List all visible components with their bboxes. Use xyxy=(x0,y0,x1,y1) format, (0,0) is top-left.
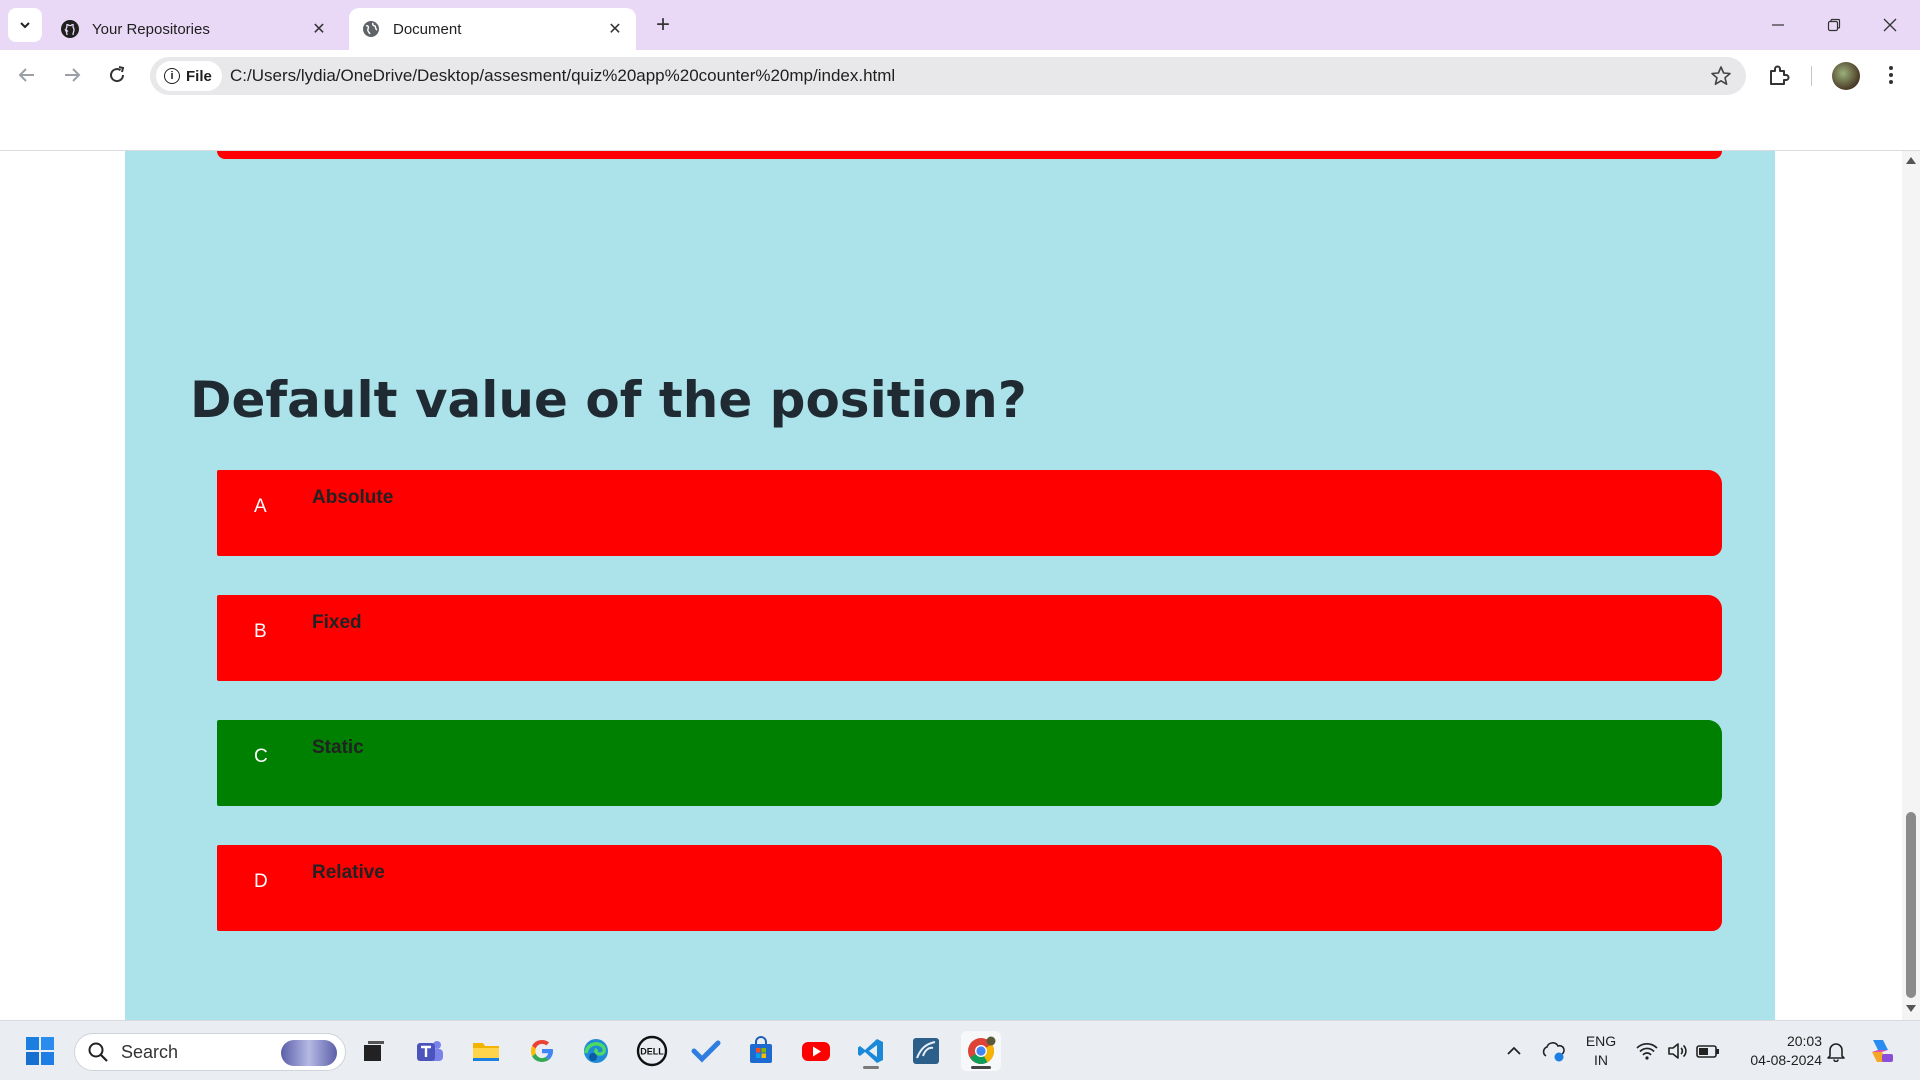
minimize-button[interactable] xyxy=(1750,0,1806,50)
reload-button[interactable] xyxy=(100,58,134,92)
page-viewport: Default value of the position? A Absolut… xyxy=(0,151,1902,1020)
task-view-icon[interactable] xyxy=(354,1031,394,1071)
store-icon[interactable] xyxy=(741,1031,781,1071)
previous-option-bar[interactable] xyxy=(217,151,1722,159)
info-icon: i xyxy=(164,68,180,84)
option-letter: C xyxy=(254,746,268,767)
dell-icon[interactable]: DELL xyxy=(632,1031,672,1071)
windows-start-icon[interactable] xyxy=(20,1031,60,1071)
scroll-down-arrow-icon[interactable] xyxy=(1906,1005,1916,1012)
copilot-icon[interactable] xyxy=(1860,1031,1900,1071)
option-letter: D xyxy=(254,871,268,892)
profile-avatar[interactable] xyxy=(1832,62,1860,90)
notification-bell-icon[interactable] xyxy=(1816,1031,1856,1071)
search-label: Search xyxy=(121,1041,179,1062)
close-window-button[interactable] xyxy=(1862,0,1918,50)
taskbar-search-box[interactable]: Search xyxy=(74,1033,346,1071)
google-icon[interactable] xyxy=(522,1031,562,1071)
battery-icon[interactable] xyxy=(1688,1031,1728,1071)
browser-tab-bar: Your Repositories ✕ Document ✕ + xyxy=(0,0,1920,50)
arrow-left-icon xyxy=(18,68,34,82)
tab-document[interactable]: Document ✕ xyxy=(349,8,636,50)
bookmark-star-icon[interactable] xyxy=(1710,65,1732,87)
close-icon xyxy=(1883,18,1897,32)
reload-icon xyxy=(110,66,125,83)
site-info-chip[interactable]: i File xyxy=(156,61,222,91)
github-icon xyxy=(60,19,80,39)
quiz-panel: Default value of the position? A Absolut… xyxy=(125,151,1775,1020)
question-text: Default value of the position? xyxy=(190,371,1027,429)
option-letter: A xyxy=(254,496,267,517)
svg-text:DELL: DELL xyxy=(640,1047,664,1057)
scroll-thumb[interactable] xyxy=(1906,812,1916,998)
file-explorer-icon[interactable] xyxy=(466,1031,506,1071)
toolbar-divider xyxy=(1811,66,1812,86)
browser-menu-button[interactable] xyxy=(1878,62,1904,88)
option-text: Fixed xyxy=(312,612,362,633)
back-button[interactable] xyxy=(10,58,44,92)
language-indicator[interactable]: ENG IN xyxy=(1578,1032,1624,1070)
tab-title: Your Repositories xyxy=(92,20,210,38)
address-bar[interactable]: i File C:/Users/lydia/OneDrive/Desktop/a… xyxy=(150,57,1746,95)
clock-date: 04-08-2024 xyxy=(1750,1052,1822,1068)
edge-icon[interactable] xyxy=(576,1031,616,1071)
dot-icon xyxy=(1889,80,1893,84)
tab-close-icon[interactable]: ✕ xyxy=(308,18,330,40)
running-indicator xyxy=(971,1066,991,1069)
page-scrollbar[interactable] xyxy=(1902,151,1920,1020)
site-info-label: File xyxy=(186,67,212,85)
option-c[interactable]: C Static xyxy=(217,720,1722,806)
option-text: Relative xyxy=(312,862,385,883)
teams-icon[interactable] xyxy=(410,1031,450,1071)
chrome-icon[interactable] xyxy=(961,1031,1001,1071)
minimize-icon xyxy=(1772,24,1784,26)
system-clock[interactable]: 20:03 04-08-2024 xyxy=(1732,1032,1822,1070)
language-code: ENG xyxy=(1585,1033,1617,1049)
option-text: Absolute xyxy=(312,487,394,508)
restore-button[interactable] xyxy=(1806,0,1862,50)
scroll-up-arrow-icon[interactable] xyxy=(1906,157,1916,164)
running-indicator xyxy=(863,1066,879,1069)
dot-icon xyxy=(1889,66,1893,70)
new-tab-button[interactable]: + xyxy=(648,10,678,40)
option-text: Static xyxy=(312,737,364,758)
option-b[interactable]: B Fixed xyxy=(217,595,1722,681)
option-a[interactable]: A Absolute xyxy=(217,470,1722,556)
tab-close-icon[interactable]: ✕ xyxy=(604,18,626,40)
option-d[interactable]: D Relative xyxy=(217,845,1722,931)
extensions-icon[interactable] xyxy=(1766,62,1792,88)
mysql-workbench-icon[interactable] xyxy=(906,1031,946,1071)
search-icon xyxy=(88,1042,108,1062)
browser-toolbar: i File C:/Users/lydia/OneDrive/Desktop/a… xyxy=(0,50,1920,100)
url-text[interactable]: C:/Users/lydia/OneDrive/Desktop/assesmen… xyxy=(230,66,895,86)
search-highlight-image xyxy=(281,1040,337,1066)
region-code: IN xyxy=(1594,1052,1608,1068)
globe-icon xyxy=(361,19,381,39)
forward-button[interactable] xyxy=(55,58,89,92)
restore-icon xyxy=(1827,18,1841,32)
todo-icon[interactable] xyxy=(686,1031,726,1071)
windows-taskbar: Search DELL ENG IN 20:03 04-08-2024 xyxy=(0,1020,1920,1080)
tab-your-repositories[interactable]: Your Repositories ✕ xyxy=(48,8,340,50)
chevron-down-icon xyxy=(20,22,30,29)
arrow-right-icon xyxy=(65,68,81,82)
option-letter: B xyxy=(254,621,267,642)
clock-time: 20:03 xyxy=(1786,1033,1822,1049)
vscode-icon[interactable] xyxy=(851,1031,891,1071)
tab-search-button[interactable] xyxy=(8,8,42,42)
youtube-icon[interactable] xyxy=(796,1031,836,1071)
tab-title: Document xyxy=(393,20,462,38)
show-hidden-icons-chevron-icon[interactable] xyxy=(1494,1031,1534,1071)
onedrive-sync-icon[interactable] xyxy=(1534,1031,1574,1071)
dot-icon xyxy=(1889,73,1893,77)
